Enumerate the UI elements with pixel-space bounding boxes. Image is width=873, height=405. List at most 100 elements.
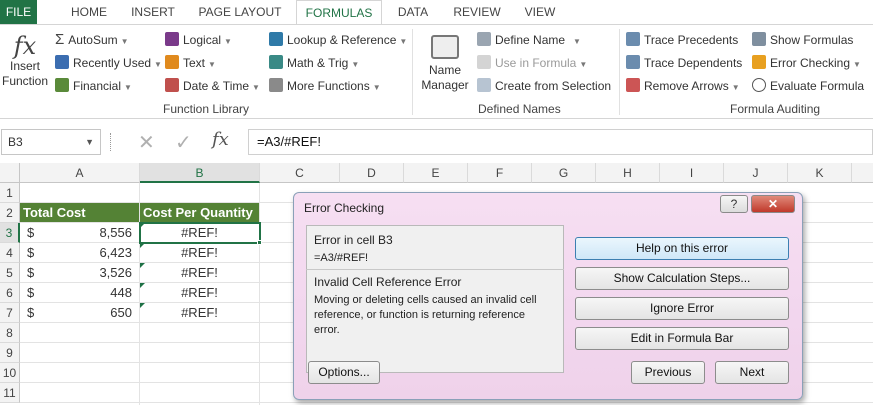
recently-used-label: Recently Used: [73, 56, 152, 70]
row-header[interactable]: 3: [0, 223, 20, 243]
error-description: Moving or deleting cells caused an inval…: [314, 294, 537, 336]
fill-handle[interactable]: [257, 240, 262, 245]
cell-a6[interactable]: $448: [20, 283, 140, 303]
text-icon: [165, 55, 179, 69]
cell-a7[interactable]: $650: [20, 303, 140, 323]
error-checking-dialog: Error Checking ? ✕ Error in cell B3 =A3/…: [293, 192, 803, 400]
create-from-selection-label: Create from Selection: [495, 79, 612, 93]
column-header-k[interactable]: K: [788, 163, 852, 183]
row-header[interactable]: 8: [0, 323, 20, 343]
cell-b7[interactable]: #REF!: [140, 303, 260, 323]
lookup-icon: [269, 32, 283, 46]
row-header[interactable]: 1: [0, 183, 20, 203]
cell-value: #REF!: [181, 245, 218, 260]
column-header-d[interactable]: D: [340, 163, 404, 183]
trace-dependents-button[interactable]: Trace Dependents: [626, 53, 742, 73]
tab-home[interactable]: HOME: [60, 0, 118, 24]
name-box[interactable]: B3 ▼: [1, 129, 101, 155]
options-button[interactable]: Options...: [308, 361, 380, 384]
logical-label: Logical: [183, 33, 222, 47]
ignore-error-button[interactable]: Ignore Error: [575, 297, 789, 320]
cell-value: 6,423: [99, 245, 132, 260]
row-header[interactable]: 2: [0, 203, 20, 223]
cell-b2[interactable]: Cost Per Quantity: [140, 203, 260, 223]
math-trig-button[interactable]: Math & Trig ▼: [269, 53, 359, 73]
column-header-a[interactable]: A: [20, 163, 140, 183]
column-header-g[interactable]: G: [532, 163, 596, 183]
cell-a5[interactable]: $3,526: [20, 263, 140, 283]
tab-insert[interactable]: INSERT: [125, 0, 181, 24]
name-manager-label-1: Name: [428, 63, 461, 77]
autosum-button[interactable]: Σ AutoSum ▼: [55, 30, 129, 50]
use-in-formula-button[interactable]: Use in Formula ▼: [477, 53, 587, 73]
cell-a4[interactable]: $6,423: [20, 243, 140, 263]
row-header[interactable]: 5: [0, 263, 20, 283]
column-header-h[interactable]: H: [596, 163, 660, 183]
cancel-icon[interactable]: ✕: [138, 130, 155, 155]
column-header-j[interactable]: J: [724, 163, 788, 183]
lookup-reference-button[interactable]: Lookup & Reference ▼: [269, 30, 407, 50]
trace-precedents-button[interactable]: Trace Precedents: [626, 30, 738, 50]
cell-value: 8,556: [99, 225, 132, 240]
remove-arrows-button[interactable]: Remove Arrows ▼: [626, 76, 740, 96]
star-icon: [55, 55, 69, 69]
formula-bar-grip[interactable]: [110, 133, 112, 151]
insert-function-fx-icon[interactable]: fx: [212, 129, 229, 150]
select-all-corner[interactable]: [0, 163, 20, 183]
tab-page-layout[interactable]: PAGE LAYOUT: [190, 0, 290, 24]
column-header-b[interactable]: B: [140, 163, 260, 183]
enter-check-icon[interactable]: ✓: [175, 130, 192, 155]
cell-value: #REF!: [181, 285, 218, 300]
chevron-down-icon[interactable]: ▼: [85, 130, 94, 154]
close-icon[interactable]: ✕: [751, 195, 795, 213]
formula-input[interactable]: =A3/#REF!: [248, 129, 873, 155]
row-header[interactable]: 4: [0, 243, 20, 263]
financial-button[interactable]: Financial ▼: [55, 76, 132, 96]
create-from-selection-button[interactable]: Create from Selection: [477, 76, 611, 96]
trace-dependents-icon: [626, 55, 640, 69]
math-trig-icon: [269, 55, 283, 69]
edit-in-formula-bar-button[interactable]: Edit in Formula Bar: [575, 327, 789, 350]
more-functions-button[interactable]: More Functions ▼: [269, 76, 381, 96]
insert-function-button[interactable]: fx Insert Function: [0, 33, 50, 89]
tab-review[interactable]: REVIEW: [446, 0, 508, 24]
column-header-i[interactable]: I: [660, 163, 724, 183]
column-header-e[interactable]: E: [404, 163, 468, 183]
row-header[interactable]: 10: [0, 363, 20, 383]
logical-button[interactable]: Logical ▼: [165, 30, 232, 50]
recently-used-button[interactable]: Recently Used ▼: [55, 53, 162, 73]
remove-arrows-icon: [626, 78, 640, 92]
column-header-f[interactable]: F: [468, 163, 532, 183]
define-name-button[interactable]: Define Name ▼: [477, 30, 581, 50]
evaluate-formula-button[interactable]: Evaluate Formula: [752, 76, 864, 96]
cell-b5[interactable]: #REF!: [140, 263, 260, 283]
currency-symbol: $: [27, 225, 35, 240]
group-divider: [619, 29, 620, 115]
row-header[interactable]: 9: [0, 343, 20, 363]
previous-button[interactable]: Previous: [631, 361, 705, 384]
active-cell-selection: [139, 222, 261, 244]
error-checking-button[interactable]: Error Checking ▼: [752, 53, 861, 73]
tab-formulas[interactable]: FORMULAS: [296, 0, 382, 25]
cell-a3[interactable]: $8,556: [20, 223, 140, 243]
row-header[interactable]: 11: [0, 383, 20, 403]
column-header-c[interactable]: C: [260, 163, 340, 183]
tab-file[interactable]: FILE: [0, 0, 37, 24]
text-button[interactable]: Text ▼: [165, 53, 216, 73]
date-time-button[interactable]: Date & Time ▼: [165, 76, 260, 96]
show-formulas-button[interactable]: Show Formulas: [752, 30, 853, 50]
math-trig-label: Math & Trig: [287, 56, 349, 70]
next-button[interactable]: Next: [715, 361, 789, 384]
cell-b6[interactable]: #REF!: [140, 283, 260, 303]
show-calculation-steps-button[interactable]: Show Calculation Steps...: [575, 267, 789, 290]
cell-a2[interactable]: Total Cost: [20, 203, 140, 223]
help-on-error-button[interactable]: Help on this error: [575, 237, 789, 260]
tab-data[interactable]: DATA: [386, 0, 440, 24]
tab-view[interactable]: VIEW: [514, 0, 566, 24]
row-header[interactable]: 7: [0, 303, 20, 323]
row-header[interactable]: 6: [0, 283, 20, 303]
column-header-l[interactable]: [852, 163, 873, 183]
name-manager-button[interactable]: Name Manager: [418, 35, 472, 93]
cell-b4[interactable]: #REF!: [140, 243, 260, 263]
help-icon[interactable]: ?: [720, 195, 748, 213]
